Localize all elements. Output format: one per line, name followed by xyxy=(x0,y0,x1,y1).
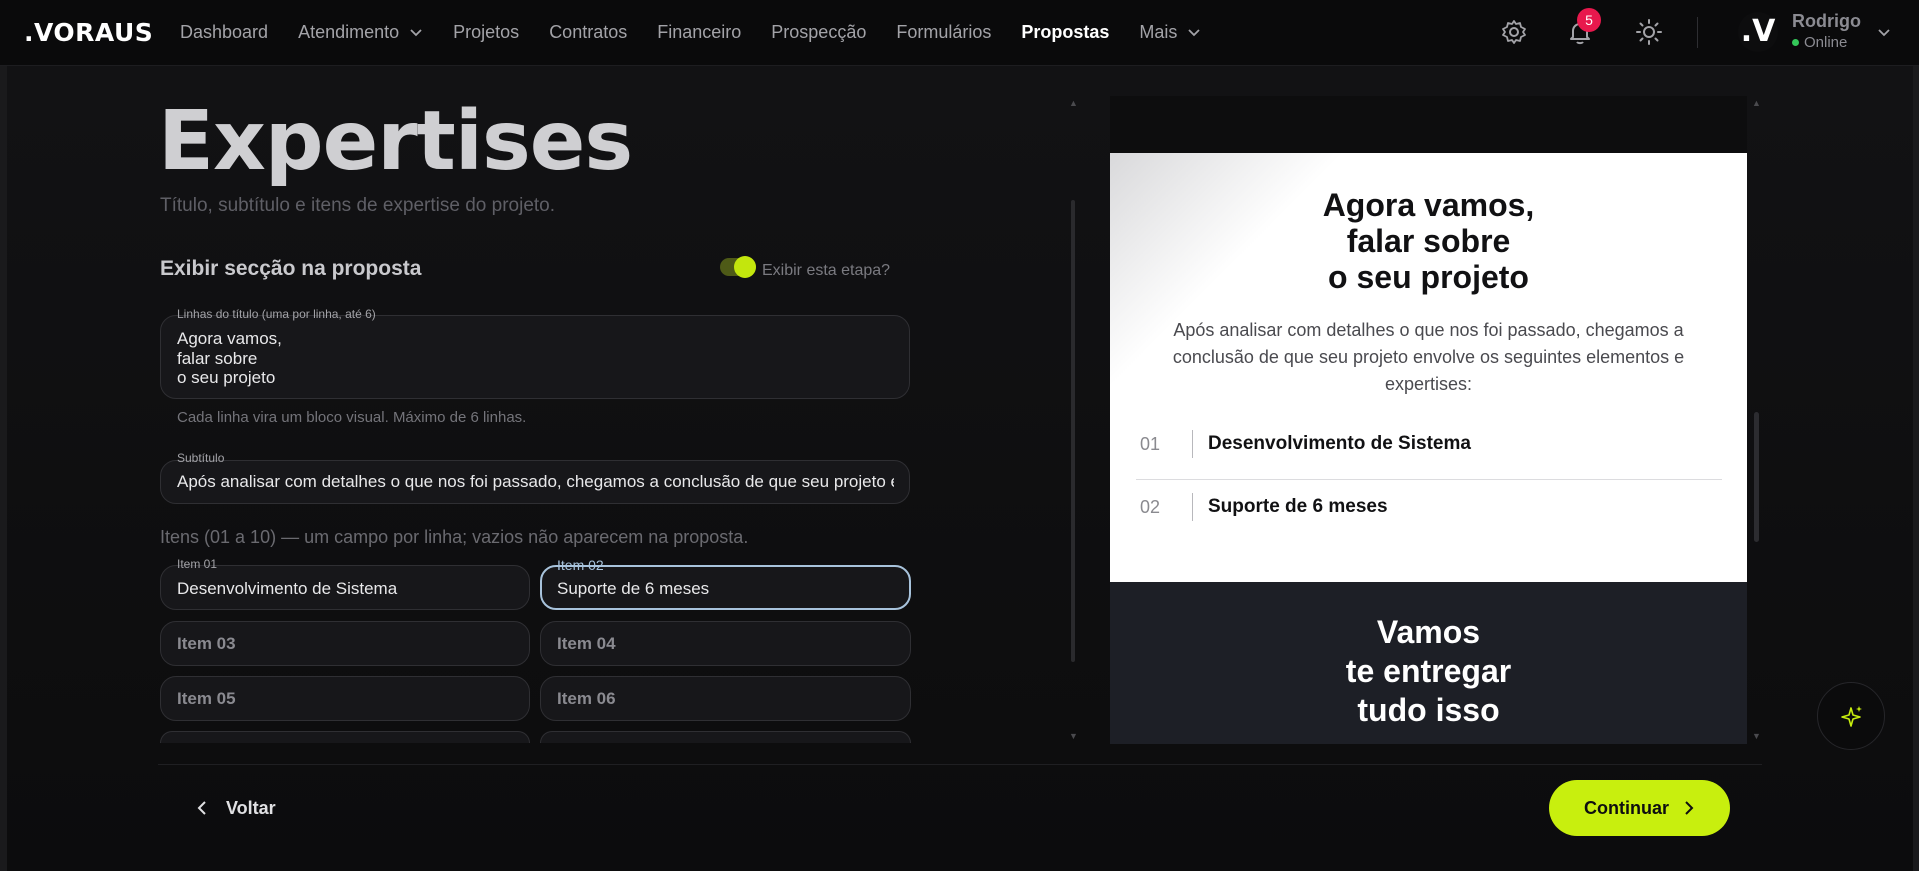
voraus-logo[interactable]: .VORAUS xyxy=(24,18,153,47)
nav-label: Propostas xyxy=(1021,21,1110,42)
preview-item-divider xyxy=(1192,430,1193,458)
nav-label: Mais xyxy=(1139,21,1178,42)
preview-scroll-down-icon[interactable]: ▼ xyxy=(1752,731,1761,741)
nav-atendimento[interactable]: Atendimento xyxy=(298,22,423,43)
nav-label: Prospecção xyxy=(771,21,867,42)
preview-next-title: Vamos te entregar tudo isso xyxy=(1345,614,1512,728)
nav-label: Financeiro xyxy=(657,21,742,42)
form-scrollbar[interactable] xyxy=(1071,200,1075,662)
item-07-input[interactable] xyxy=(160,731,530,743)
user-status: Online xyxy=(1792,34,1847,51)
user-name[interactable]: Rodrigo xyxy=(1792,11,1861,32)
item-01-value: Desenvolvimento de Sistema xyxy=(177,579,398,598)
frame-right xyxy=(1913,66,1919,871)
nav-label: Formulários xyxy=(896,21,992,42)
footer-divider xyxy=(158,764,1762,765)
toggle-knob xyxy=(734,256,756,278)
chevron-down-icon xyxy=(1188,29,1201,37)
preview-scroll-up-icon[interactable]: ▲ xyxy=(1752,98,1761,108)
items-hint: Itens (01 a 10) — um campo por linha; va… xyxy=(160,527,749,547)
back-button[interactable]: Voltar xyxy=(196,793,276,823)
nav-contratos[interactable]: Contratos xyxy=(549,22,627,43)
frame-left xyxy=(0,66,7,871)
online-dot-icon xyxy=(1792,39,1799,46)
subtitle-value: Após analisar com detalhes o que nos foi… xyxy=(177,472,894,491)
nav-formularios[interactable]: Formulários xyxy=(896,22,991,43)
title-lines-value: Agora vamos, falar sobre o seu projeto xyxy=(177,329,282,387)
preview-item-number: 02 xyxy=(1140,497,1161,517)
gear-icon[interactable] xyxy=(1500,18,1528,46)
chevron-down-icon xyxy=(410,29,422,37)
page-title: Expertises xyxy=(158,94,633,189)
scroll-up-arrow-icon[interactable]: ▲ xyxy=(1069,98,1078,108)
item-01-label: Item 01 xyxy=(177,557,218,571)
preview-item-number: 01 xyxy=(1140,434,1161,454)
nav-propostas[interactable]: Propostas xyxy=(1021,22,1109,43)
nav-label: Contratos xyxy=(549,21,628,42)
back-button-label: Voltar xyxy=(226,797,276,818)
sparkle-icon xyxy=(1841,706,1862,727)
chevron-right-icon xyxy=(1685,801,1694,815)
section-toggle-label: Exibir secção na proposta xyxy=(160,257,422,280)
user-status-label: Online xyxy=(1804,34,1848,51)
avatar[interactable]: .V xyxy=(1738,12,1778,52)
item-05-placeholder: Item 05 xyxy=(177,689,236,708)
continue-button[interactable]: Continuar xyxy=(1549,780,1730,836)
nav-dashboard[interactable]: Dashboard xyxy=(180,22,268,43)
item-03-placeholder: Item 03 xyxy=(177,634,236,653)
show-step-toggle[interactable] xyxy=(720,256,756,278)
item-04-placeholder: Item 04 xyxy=(557,634,616,653)
subtitle-label: Subtítulo xyxy=(177,451,225,465)
preview-subtitle: Após analisar com detalhes o que nos foi… xyxy=(1172,320,1685,394)
item-02-value: Suporte de 6 meses xyxy=(557,579,710,598)
item-08-input[interactable] xyxy=(540,731,911,743)
nav-label: Projetos xyxy=(453,21,520,42)
preview-item-text: Suporte de 6 meses xyxy=(1208,496,1388,517)
nav-mais[interactable]: Mais xyxy=(1139,22,1201,43)
preview-scrollbar[interactable] xyxy=(1754,412,1759,542)
item-02-label: Item 02 xyxy=(557,557,604,573)
preview-title: Agora vamos, falar sobre o seu projeto xyxy=(1322,187,1535,295)
page-description: Título, subtítulo e itens de expertise d… xyxy=(160,195,556,216)
title-lines-hint: Cada linha vira um bloco visual. Máximo … xyxy=(177,409,527,426)
main-nav: Dashboard Atendimento Projetos Contratos… xyxy=(180,0,1231,64)
ai-assistant-button[interactable] xyxy=(1817,682,1885,750)
nav-financeiro[interactable]: Financeiro xyxy=(657,22,741,43)
title-lines-label: Linhas do título (uma por linha, até 6) xyxy=(177,307,376,321)
chevron-down-icon[interactable] xyxy=(1876,24,1892,40)
preview-item-text: Desenvolvimento de Sistema xyxy=(1208,433,1471,454)
header-divider xyxy=(1697,17,1698,48)
nav-prospeccao[interactable]: Prospecção xyxy=(771,22,866,43)
nav-label: Dashboard xyxy=(180,21,269,42)
preview-item: 01 Desenvolvimento de Sistema xyxy=(1136,416,1722,478)
preview-item-divider xyxy=(1192,493,1193,521)
continue-button-label: Continuar xyxy=(1584,797,1669,818)
top-navbar: .VORAUS Dashboard Atendimento Projetos C… xyxy=(0,0,1919,66)
sun-icon[interactable] xyxy=(1635,18,1663,46)
scroll-down-arrow-icon[interactable]: ▼ xyxy=(1069,731,1078,741)
toggle-label: Exibir esta etapa? xyxy=(762,262,891,279)
nav-projetos[interactable]: Projetos xyxy=(453,22,519,43)
nav-label: Atendimento xyxy=(298,21,400,42)
item-06-placeholder: Item 06 xyxy=(557,689,616,708)
chevron-left-icon xyxy=(197,801,206,815)
preview-top-section xyxy=(1110,96,1747,153)
preview-item: 02 Suporte de 6 meses xyxy=(1136,479,1722,541)
notification-badge: 5 xyxy=(1577,8,1601,32)
